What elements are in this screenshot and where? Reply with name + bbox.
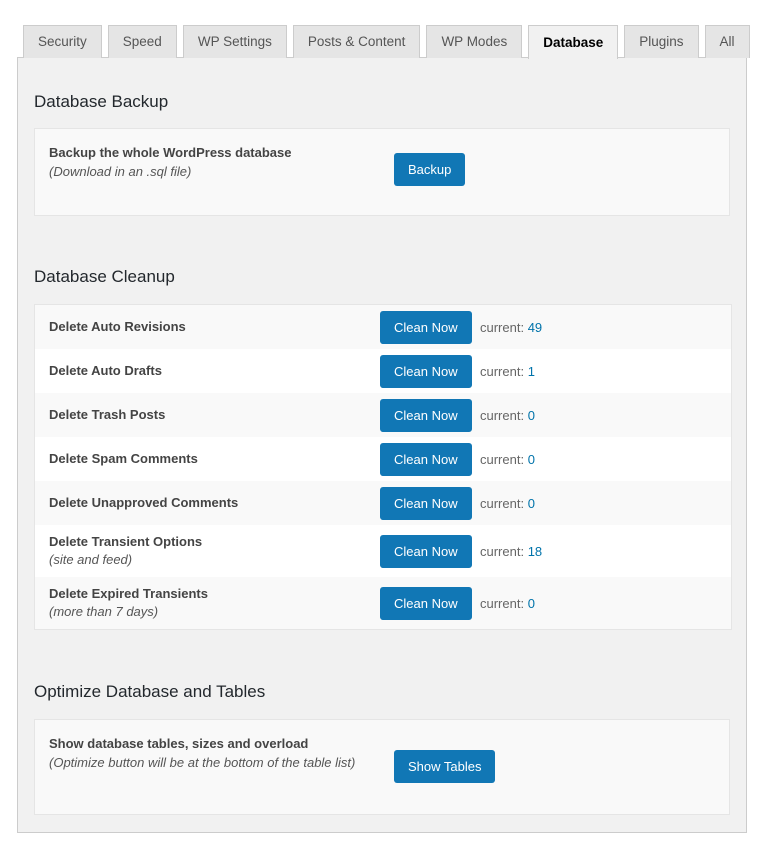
- current-label: current:: [480, 363, 525, 379]
- tab-wp-modes[interactable]: WP Modes: [426, 25, 523, 58]
- cleanup-row-current: current: 0: [480, 596, 535, 611]
- section-title-optimize-database: Optimize Database and Tables: [34, 682, 266, 701]
- clean-now-button[interactable]: Clean Now: [380, 534, 472, 568]
- database-settings-panel: Database Backup Backup the whole WordPre…: [17, 57, 747, 833]
- cleanup-row-label: Delete Transient Options (site and feed): [35, 534, 380, 569]
- cleanup-row: Delete Trash Posts Clean Now current: 0: [35, 393, 731, 437]
- tab-bar: Security Speed WP Settings Posts & Content W…: [0, 0, 763, 59]
- optimize-card-action: Show Tables: [394, 720, 496, 783]
- clean-now-button[interactable]: Clean Now: [380, 586, 472, 620]
- cleanup-row-title: Delete Transient Options: [49, 533, 203, 549]
- backup-card-text: Backup the whole WordPress database (Dow…: [35, 129, 394, 181]
- cleanup-row-subtitle: (more than 7 days): [49, 603, 159, 619]
- clean-now-button[interactable]: Clean Now: [380, 442, 472, 476]
- current-label: current:: [480, 543, 525, 559]
- cleanup-row-label: Delete Auto Revisions: [35, 319, 380, 335]
- current-value: 1: [527, 363, 535, 379]
- cleanup-row-current: current: 0: [480, 496, 535, 511]
- tab-wp-settings[interactable]: WP Settings: [182, 25, 287, 58]
- show-tables-button[interactable]: Show Tables: [394, 750, 496, 783]
- cleanup-row-title: Delete Unapproved Comments: [49, 494, 239, 510]
- cleanup-row-subtitle: (site and feed): [49, 551, 133, 567]
- section-title-database-cleanup: Database Cleanup: [34, 267, 175, 286]
- backup-button[interactable]: Backup: [394, 153, 466, 186]
- current-value: 49: [527, 319, 543, 335]
- backup-card-title: Backup the whole WordPress database: [49, 145, 292, 160]
- cleanup-row-action: Clean Now: [380, 486, 480, 520]
- cleanup-row-current: current: 0: [480, 408, 535, 423]
- cleanup-row: Delete Spam Comments Clean Now current: 0: [35, 437, 731, 481]
- tab-database[interactable]: Database: [528, 25, 619, 59]
- cleanup-table: Delete Auto Revisions Clean Now current: 4…: [34, 304, 732, 630]
- current-label: current:: [480, 495, 525, 511]
- section-title-database-backup: Database Backup: [34, 92, 169, 111]
- tab-speed[interactable]: Speed: [107, 25, 177, 58]
- cleanup-row-title: Delete Spam Comments: [49, 450, 198, 466]
- current-label: current:: [480, 451, 525, 467]
- current-value: 0: [527, 495, 535, 511]
- backup-card-subtitle: (Download in an .sql file): [49, 164, 192, 180]
- current-value: 0: [527, 451, 535, 467]
- cleanup-row-current: current: 18: [480, 544, 542, 559]
- current-label: current:: [480, 595, 525, 611]
- clean-now-button[interactable]: Clean Now: [380, 354, 472, 388]
- cleanup-row-label: Delete Auto Drafts: [35, 363, 380, 379]
- current-value: 0: [527, 595, 535, 611]
- cleanup-row-title: Delete Expired Transients: [49, 585, 208, 601]
- current-value: 18: [527, 543, 543, 559]
- optimize-card-text: Show database tables, sizes and overload…: [35, 720, 394, 772]
- cleanup-row-action: Clean Now: [380, 586, 480, 620]
- tab-security[interactable]: Security: [23, 25, 102, 58]
- cleanup-row-action: Clean Now: [380, 310, 480, 344]
- optimize-card: Show database tables, sizes and overload…: [34, 719, 730, 815]
- cleanup-row-action: Clean Now: [380, 534, 480, 568]
- cleanup-row: Delete Auto Revisions Clean Now current: 4…: [35, 305, 731, 349]
- backup-card-action: Backup: [394, 129, 466, 186]
- cleanup-row-label: Delete Expired Transients (more than 7 da…: [35, 586, 380, 621]
- current-value: 0: [527, 407, 535, 423]
- cleanup-row: Delete Expired Transients (more than 7 da…: [35, 577, 731, 629]
- cleanup-row-action: Clean Now: [380, 442, 480, 476]
- clean-now-button[interactable]: Clean Now: [380, 398, 472, 432]
- optimize-card-subtitle: (Optimize button will be at the bottom o…: [49, 755, 356, 771]
- tab-posts-content[interactable]: Posts & Content: [292, 25, 421, 58]
- tab-plugins[interactable]: Plugins: [624, 25, 699, 58]
- cleanup-row-label: Delete Trash Posts: [35, 407, 380, 423]
- cleanup-row-current: current: 0: [480, 452, 535, 467]
- clean-now-button[interactable]: Clean Now: [380, 486, 472, 520]
- backup-card: Backup the whole WordPress database (Dow…: [34, 128, 730, 216]
- cleanup-row-action: Clean Now: [380, 398, 480, 432]
- current-label: current:: [480, 319, 525, 335]
- cleanup-row-label: Delete Spam Comments: [35, 451, 380, 467]
- cleanup-row: Delete Unapproved Comments Clean Now curre…: [35, 481, 731, 525]
- cleanup-row-current: current: 1: [480, 364, 535, 379]
- optimize-card-title: Show database tables, sizes and overload: [49, 736, 309, 751]
- cleanup-row: Delete Auto Drafts Clean Now current: 1: [35, 349, 731, 393]
- cleanup-row-current: current: 49: [480, 320, 542, 335]
- cleanup-row-title: Delete Auto Drafts: [49, 362, 162, 378]
- cleanup-row-action: Clean Now: [380, 354, 480, 388]
- clean-now-button[interactable]: Clean Now: [380, 310, 472, 344]
- cleanup-row: Delete Transient Options (site and feed) C…: [35, 525, 731, 577]
- tab-all[interactable]: All: [704, 25, 750, 58]
- cleanup-row-title: Delete Auto Revisions: [49, 318, 186, 334]
- cleanup-row-title: Delete Trash Posts: [49, 406, 166, 422]
- cleanup-row-label: Delete Unapproved Comments: [35, 495, 380, 511]
- current-label: current:: [480, 407, 525, 423]
